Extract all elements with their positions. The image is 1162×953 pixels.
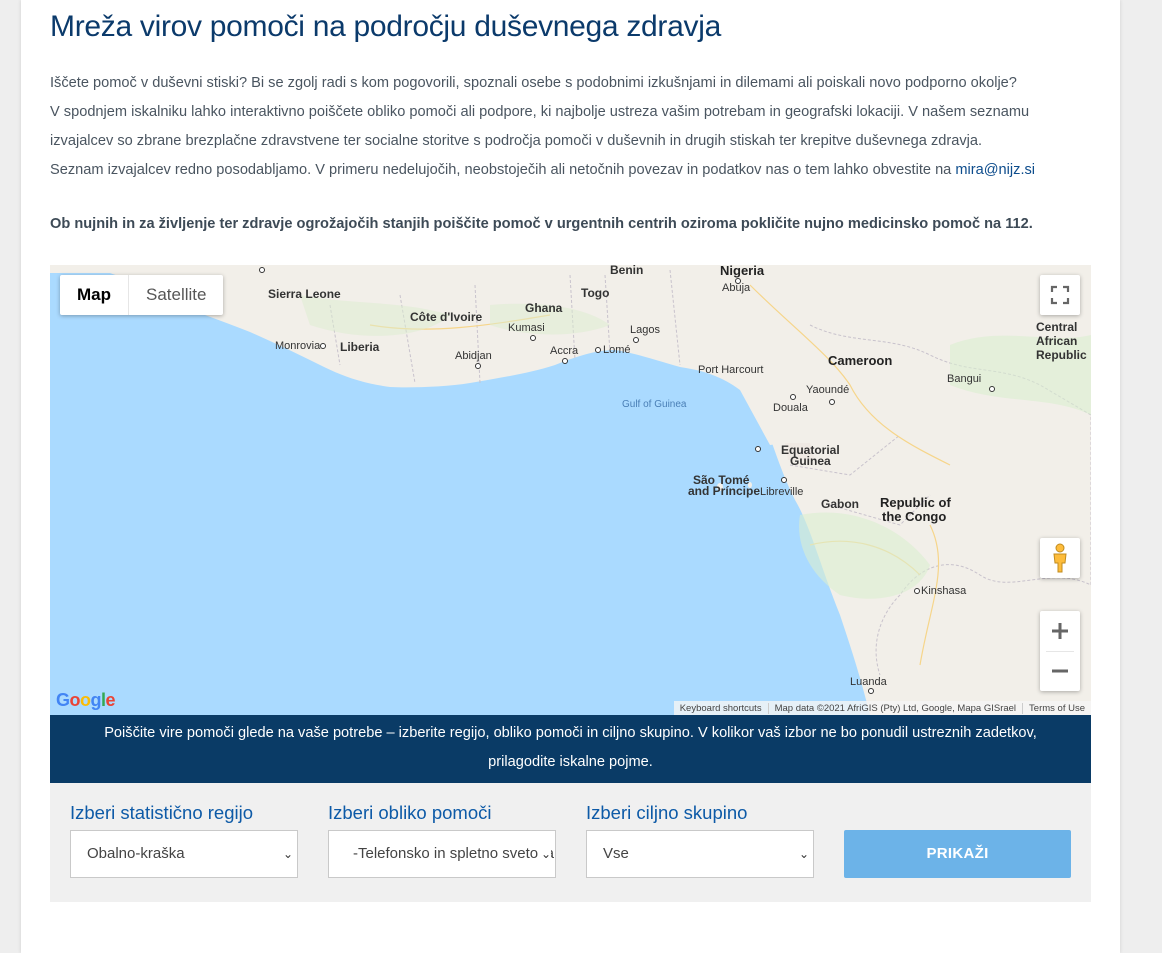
map-label-monrovia: Monrovia [275, 340, 321, 352]
google-logo[interactable]: Google [56, 690, 116, 711]
map-label-abidjan: Abidjan [455, 350, 492, 362]
map-label-benin: Benin [610, 265, 644, 277]
zoom-control [1040, 611, 1080, 691]
map-label-lome: Lomé [603, 344, 631, 356]
show-results-button[interactable]: PRIKAŽI [844, 830, 1071, 878]
map-type-satellite-button[interactable]: Satellite [129, 275, 223, 315]
map-attribution: Keyboard shortcuts Map data ©2021 AfriGI… [673, 701, 1091, 715]
map-city-dot [562, 358, 568, 364]
keyboard-shortcuts-link[interactable]: Keyboard shortcuts [674, 703, 768, 714]
map-label-nigeria: Nigeria [720, 265, 765, 278]
region-select[interactable]: Obalno-kraška ⌄ [70, 830, 298, 878]
map-city-dot [781, 477, 787, 483]
filter-region-label: Izberi statistično regijo [70, 802, 254, 823]
filter-help-form: Izberi obliko pomoči -Telefonsko in sple… [328, 800, 556, 878]
map-label-sao-tome-2: and Príncipe [688, 484, 761, 498]
map-city-dot [320, 343, 326, 349]
contact-email-link[interactable]: mira@nijz.si [955, 162, 1035, 178]
map-label-douala: Douala [773, 402, 808, 414]
target-group-select[interactable]: Vse ⌄ [586, 830, 814, 878]
region-select-value: Obalno-kraška [87, 845, 185, 862]
page-title: Mreža virov pomoči na področju duševnega… [50, 10, 721, 43]
map-label-ghana: Ghana [525, 301, 563, 315]
map-data-credit: Map data ©2021 AfriGIS (Pty) Ltd, Google… [767, 702, 1022, 714]
map-city-dot [595, 347, 601, 353]
terms-of-use-link[interactable]: Terms of Use [1022, 702, 1091, 714]
help-form-select[interactable]: -Telefonsko in spletno svetovanje ⌄ [328, 830, 556, 878]
map-type-toggle: Map Satellite [60, 275, 224, 315]
urgent-notice: Ob nujnih in za življenje ter zdravje og… [50, 216, 1033, 232]
map-label-cameroon: Cameroon [828, 353, 893, 368]
intro-paragraph-1: Iščete pomoč v duševni stiski? Bi se zgo… [50, 75, 1017, 91]
chevron-down-icon: ⌄ [282, 847, 293, 861]
map-city-dot [868, 688, 874, 694]
map-label-cote-divoire: Côte d'Ivoire [410, 310, 483, 324]
filter-help-form-label: Izberi obliko pomoči [328, 802, 492, 823]
map-label-car-1: Central [1036, 320, 1078, 334]
map-type-map-button[interactable]: Map [60, 275, 129, 315]
chevron-down-icon: ⌄ [537, 831, 551, 877]
street-view-pegman[interactable] [1040, 538, 1080, 578]
help-form-select-value: -Telefonsko in spletno svetovanje [353, 845, 556, 862]
map-city-dot [989, 386, 995, 392]
map-city-dot [530, 335, 536, 341]
map-label-gulf-of-guinea: Gulf of Guinea [622, 399, 687, 410]
map-label-lagos: Lagos [630, 324, 660, 336]
map-label-port-harcourt: Port Harcourt [698, 364, 764, 376]
intro-paragraph-3: Seznam izvajalcev redno posodabljamo. V … [50, 156, 1091, 185]
zoom-in-button[interactable] [1040, 611, 1080, 651]
intro-paragraph-3-text: Seznam izvajalcev redno posodabljamo. V … [50, 162, 956, 178]
map-label-sierra-leone: Sierra Leone [268, 287, 341, 301]
zoom-out-icon [1052, 669, 1068, 673]
map-label-liberia: Liberia [340, 340, 380, 354]
pegman-icon [1053, 543, 1067, 573]
filter-region: Izberi statistično regijo Obalno-kraška … [70, 800, 298, 878]
target-group-select-value: Vse [603, 845, 629, 862]
map-city-dot [259, 267, 265, 273]
map-city-dot [914, 588, 920, 594]
map-label-kinshasa: Kinshasa [921, 585, 967, 597]
filter-target-group: Izberi ciljno skupino Vse ⌄ [586, 800, 814, 878]
fullscreen-button[interactable] [1040, 275, 1080, 315]
map-label-kumasi: Kumasi [508, 322, 545, 334]
filter-panel: Izberi statistično regijo Obalno-kraška … [50, 783, 1091, 902]
map[interactable]: Sierra Leone Monrovia Liberia Côte d'Ivo… [50, 265, 1091, 715]
map-label-congo-1: Republic of [880, 495, 951, 510]
fullscreen-icon [1050, 285, 1070, 305]
intro-text: Iščete pomoč v duševni stiski? Bi se zgo… [50, 69, 1091, 185]
chevron-down-icon: ⌄ [798, 847, 809, 861]
zoom-out-button[interactable] [1040, 651, 1080, 691]
map-label-car-3: Republic [1036, 348, 1087, 362]
map-city-dot [829, 399, 835, 405]
map-label-libreville: Libreville [760, 486, 804, 498]
search-instructions-banner: Poiščite vire pomoči glede na vaše potre… [50, 715, 1091, 783]
intro-paragraph-2: V spodnjem iskalniku lahko interaktivno … [50, 104, 1030, 149]
map-label-eq-guinea-2: Guinea [790, 454, 831, 468]
zoom-in-icon [1052, 623, 1068, 639]
map-label-car-2: African [1036, 334, 1078, 348]
map-label-yaounde: Yaoundé [806, 384, 850, 396]
map-label-abuja: Abuja [722, 282, 751, 294]
map-label-gabon: Gabon [821, 497, 859, 511]
map-city-dot [633, 337, 639, 343]
map-city-dot [755, 446, 761, 452]
map-city-dot [790, 394, 796, 400]
google-logo-text: Google [56, 690, 116, 710]
map-terrain [50, 265, 1091, 715]
map-city-dot [475, 363, 481, 369]
filter-target-group-label: Izberi ciljno skupino [586, 802, 748, 823]
map-label-accra: Accra [550, 345, 579, 357]
map-label-luanda: Luanda [850, 676, 887, 688]
content-card: Mreža virov pomoči na področju duševnega… [21, 0, 1120, 953]
map-label-congo-2: the Congo [882, 509, 947, 524]
map-label-bangui: Bangui [947, 373, 982, 385]
map-label-togo: Togo [581, 286, 610, 300]
